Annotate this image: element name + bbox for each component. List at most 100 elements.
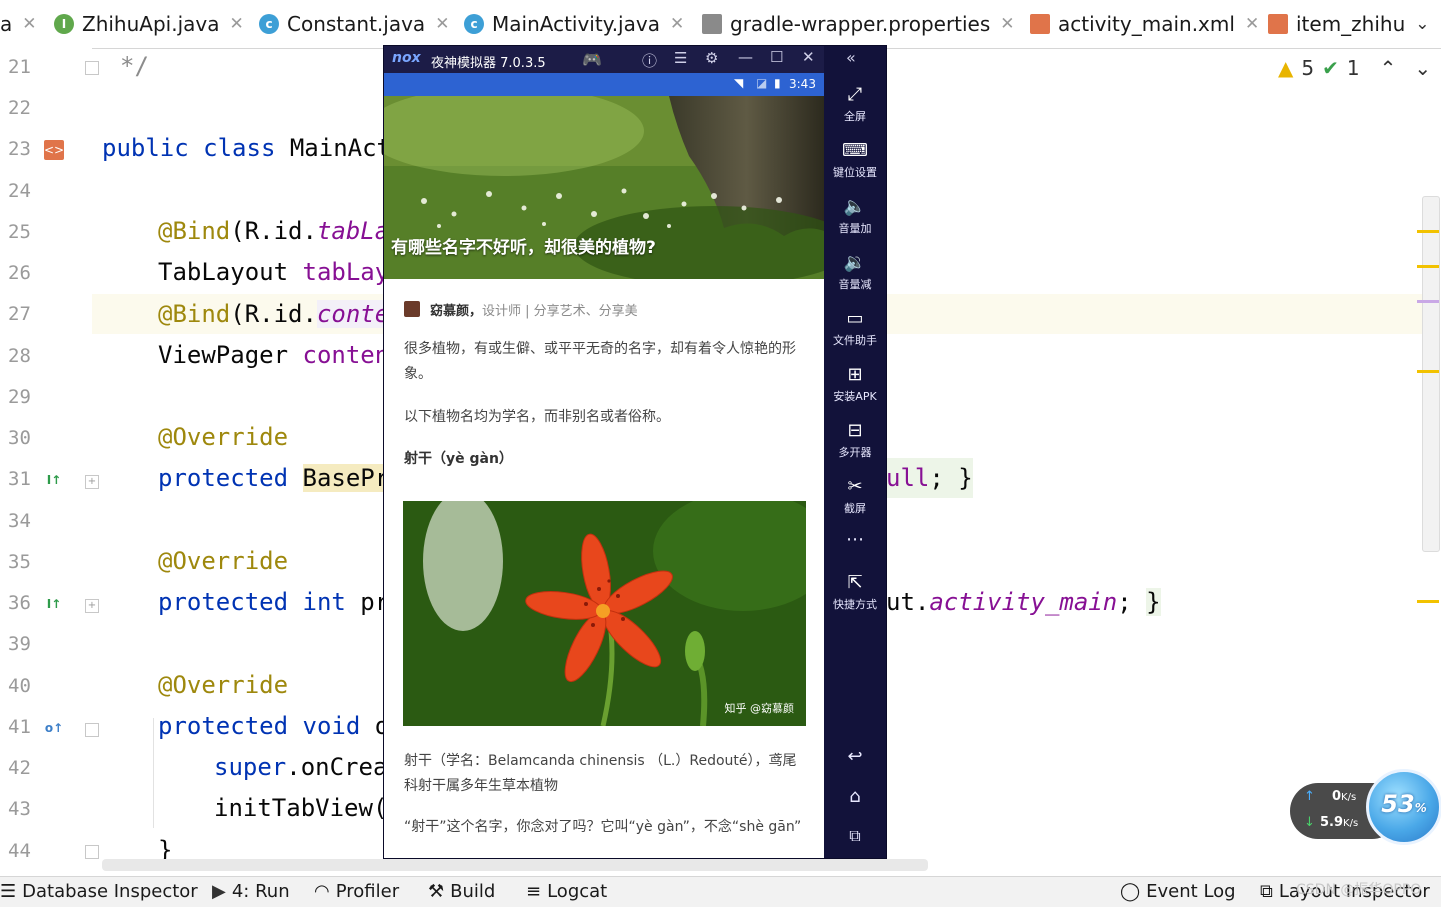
tab-zhihuapi[interactable]: I ZhihuApi.java ✕ [54,0,244,48]
paragraph: “射干”这个名字，你念对了吗？它叫“yè gàn”，不念“shè gān” [404,819,802,835]
editor-tab-bar: a ✕ I ZhihuApi.java ✕ c Constant.java ✕ … [0,0,1441,49]
layout-inspector-icon: ⧉ [1260,881,1273,902]
xml-file-icon [1030,14,1050,34]
warning-marker[interactable] [1417,230,1439,233]
close-icon[interactable]: ✕ [1245,14,1259,34]
tab-mainactivity[interactable]: c MainActivity.java ✕ [452,0,697,48]
override-icon[interactable]: I↑ [44,470,64,490]
article-body[interactable]: 窈慕颜，设计师 | 分享艺术、分享美 很多植物，有或生僻、或平平无奇的名字，却有… [384,279,824,858]
multi-instance-button[interactable]: ⊟ 多开器 [824,420,886,460]
vertical-scrollbar[interactable] [1422,196,1440,552]
warning-marker[interactable] [1417,600,1439,603]
acceleration-ball[interactable]: 53% [1366,769,1441,845]
help-icon[interactable]: ⓘ [642,50,657,71]
close-icon[interactable]: ✕ [1000,14,1014,34]
android-screen[interactable]: ◥ ◪ ▮ 3:43 有哪些名字不好听，却很美的植物? 窈慕颜，设计师 | 分享… [384,73,824,858]
profiler-icon: ◠ [314,881,330,902]
tab-gradle-wrapper[interactable]: gradle-wrapper.properties ✕ [702,0,1015,48]
line-number: 23 [8,138,31,160]
emulator-title: 夜神模拟器 7.0.3.5 [431,56,546,71]
gear-icon[interactable]: ⚙ [705,49,718,67]
close-icon[interactable]: ✕ [22,14,36,34]
chevron-up-icon[interactable]: ⌃ [1380,56,1397,80]
close-icon[interactable]: ✕ [435,14,449,34]
minimize-icon[interactable]: — [738,48,753,66]
csdn-watermark: CSDN @振华OPPO [1296,882,1422,898]
usage-marker[interactable] [1417,300,1439,303]
warning-marker[interactable] [1417,370,1439,373]
line-number: 28 [8,345,31,367]
flower-photo[interactable]: 知乎 @窈慕颜 [403,501,806,726]
line-number: 21 [8,56,31,78]
author-description: 设计师 | 分享艺术、分享美 [482,304,638,319]
avatar[interactable] [404,301,420,317]
line-number: 26 [8,262,31,284]
paragraph: 很多植物，有或生僻、或平平无奇的名字，却有着令人惊艳的形象。 [404,341,796,382]
tab-label: a [0,12,13,36]
screenshot-button[interactable]: ✂ 截屏 [824,476,886,516]
upload-speed: 0K/s [1332,789,1357,804]
warning-marker[interactable] [1417,265,1439,268]
layout-file-icon[interactable]: <> [44,140,64,160]
tab-item-zhihu[interactable]: item_zhihu ⌄ [1268,0,1430,48]
inspection-widget[interactable]: ▲ 5 ✔ 1 ⌃ ⌄ [1278,56,1431,80]
horizontal-scrollbar[interactable] [102,859,928,871]
tab-label: MainActivity.java [492,12,660,36]
nox-emulator-window[interactable]: nox 夜神模拟器 7.0.3.5 🎮 ⓘ ☰ ⚙ — ☐ ✕ « ⤢ 全屏 ⌨ 键… [383,45,887,859]
hero-image[interactable]: 有哪些名字不好听，却很美的植物? [384,96,824,279]
home-icon[interactable]: ⌂ [824,786,886,807]
acceleration-percent: 53% [1381,790,1427,818]
shortcut-button[interactable]: ⇱ 快捷方式 [824,572,886,612]
recent-apps-icon[interactable]: ⧉ [824,826,886,846]
volume-down-icon: 🔉 [843,252,867,273]
article-title: 有哪些名字不好听，却很美的植物? [391,238,656,258]
run-button[interactable]: ▶ 4: Run [212,881,290,902]
nox-logo: nox [392,50,421,66]
signal-icon: ◪ [756,76,768,90]
download-speed: 5.9K/s [1320,815,1359,830]
editor-gutter: 21 22 23 24 25 26 27 28 29 30 31 34 35 3… [0,48,99,874]
profiler-button[interactable]: ◠ Profiler [314,881,399,902]
emulator-title-bar[interactable]: nox 夜神模拟器 7.0.3.5 🎮 ⓘ ☰ ⚙ — ☐ ✕ [384,46,824,73]
back-icon[interactable]: ↩ [824,746,886,767]
tab-activity-main[interactable]: activity_main.xml ✕ [1030,0,1259,48]
author-name[interactable]: 窈慕颜， [430,304,482,319]
logcat-button[interactable]: ≡ Logcat [526,881,607,902]
database-inspector-button[interactable]: ☰ Database Inspector [0,881,198,902]
line-number: 29 [8,386,31,408]
tab-partial[interactable]: a ✕ [0,0,37,48]
volume-up-icon: 🔈 [843,196,867,217]
paragraph: 射干（学名：Belamcanda chinensis （L.）Redouté），… [404,753,797,794]
gamepad-icon[interactable]: 🎮 [582,50,602,69]
xml-file-icon [1268,14,1288,34]
volume-up-button[interactable]: 🔈 音量加 [824,196,886,236]
line-number: 39 [8,633,31,655]
volume-down-button[interactable]: 🔉 音量减 [824,252,886,292]
build-button[interactable]: ⚒ Build [428,881,495,902]
more-icon[interactable]: ⋯ [824,529,886,550]
warning-count: 5 [1301,56,1315,80]
download-icon: ↓ [1304,815,1315,830]
close-icon[interactable]: ✕ [229,14,243,34]
logcat-icon: ≡ [526,881,542,902]
menu-icon[interactable]: ☰ [674,49,687,67]
override-icon[interactable]: o↑ [44,718,64,738]
install-apk-button[interactable]: ⊞ 安装APK [824,364,886,404]
scissors-icon: ✂ [847,476,863,497]
fullscreen-button[interactable]: ⤢ 全屏 [824,84,886,124]
file-assistant-button[interactable]: ▭ 文件助手 [824,308,886,348]
line-number: 24 [8,180,31,202]
event-log-button[interactable]: ◯ Event Log [1120,881,1236,902]
section-heading: 射干（yè gàn） [404,451,513,467]
chevron-down-icon[interactable]: ⌄ [1414,56,1431,80]
close-icon[interactable]: ✕ [670,14,684,34]
override-icon[interactable]: I↑ [44,594,64,614]
keymapping-button[interactable]: ⌨ 键位设置 [824,140,886,180]
collapse-icon[interactable]: « [846,48,856,67]
chevron-down-icon[interactable]: ⌄ [1415,14,1429,34]
tab-constant[interactable]: c Constant.java ✕ [259,0,449,48]
tool-window-bar: ☰ Database Inspector ▶ 4: Run ◠ Profiler ⚒ B… [0,876,1441,907]
android-status-bar: ◥ ◪ ▮ 3:43 [384,73,824,96]
maximize-icon[interactable]: ☐ [770,48,783,66]
close-icon[interactable]: ✕ [802,48,815,66]
